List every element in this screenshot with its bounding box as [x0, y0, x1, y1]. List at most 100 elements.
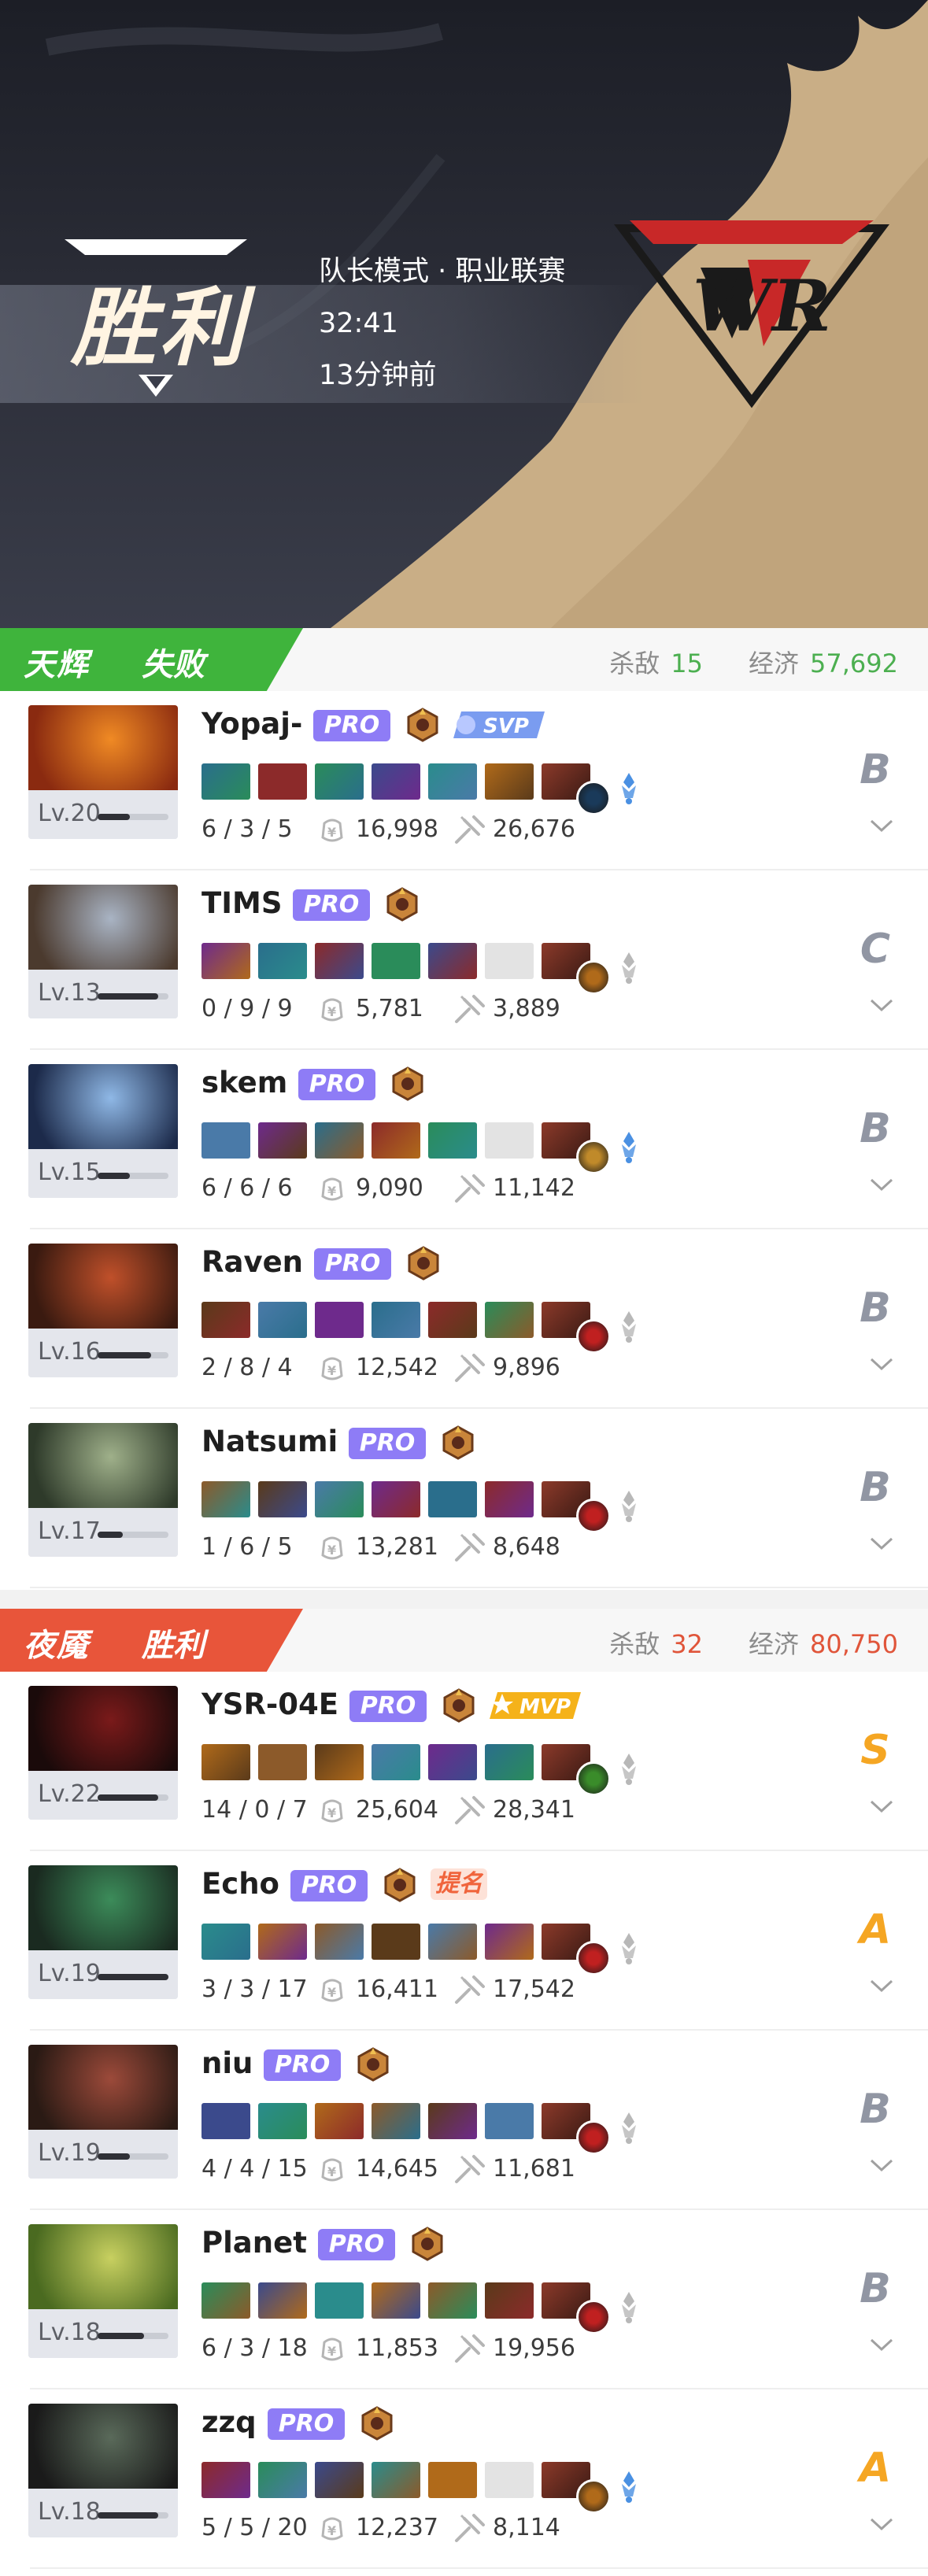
item-icon[interactable]	[258, 2103, 307, 2139]
neutral-item-icon[interactable]	[576, 1941, 611, 1975]
item-icon[interactable]	[485, 1481, 534, 1517]
expand-chevron-down-icon[interactable]	[868, 1535, 895, 1552]
item-icon[interactable]	[372, 1122, 420, 1159]
item-icon[interactable]	[485, 2282, 534, 2319]
player-row[interactable]: Lv.19 niu PRO 4 / 4 / 15 ¥14,645 11,681 B	[0, 2031, 928, 2210]
item-icon[interactable]	[315, 1481, 364, 1517]
empty-item-slot[interactable]	[485, 2462, 534, 2498]
item-icon[interactable]	[315, 1122, 364, 1159]
player-row[interactable]: Lv.18 zzq PRO 5 / 5 / 20 ¥12,237 8,114 A	[0, 2389, 928, 2569]
hero-portrait[interactable]: Lv.20	[28, 705, 178, 839]
item-icon[interactable]	[201, 1744, 250, 1780]
player-name[interactable]: niu	[201, 2046, 253, 2080]
item-icon[interactable]	[201, 1924, 250, 1960]
item-icon[interactable]	[315, 1744, 364, 1780]
item-icon[interactable]	[485, 763, 534, 800]
item-icon[interactable]	[201, 1481, 250, 1517]
item-icon[interactable]	[201, 1122, 250, 1159]
expand-chevron-down-icon[interactable]	[868, 1176, 895, 1193]
player-name[interactable]: zzq	[201, 2405, 257, 2439]
neutral-item-icon[interactable]	[576, 781, 611, 815]
item-icon[interactable]	[485, 1302, 534, 1338]
item-icon[interactable]	[428, 943, 477, 979]
item-icon[interactable]	[485, 1924, 534, 1960]
item-icon[interactable]	[428, 2282, 477, 2319]
player-row[interactable]: Lv.13 TIMS PRO 0 / 9 / 9 ¥5,781 3,889 C	[0, 870, 928, 1050]
player-row[interactable]: Lv.20 Yopaj- PRO SVP 6 / 3 / 5 ¥16,998 26,676 B	[0, 691, 928, 870]
hero-portrait[interactable]: Lv.17	[28, 1423, 178, 1557]
item-icon[interactable]	[372, 943, 420, 979]
item-icon[interactable]	[372, 1481, 420, 1517]
player-name[interactable]: skem	[201, 1066, 287, 1100]
hero-portrait[interactable]: Lv.16	[28, 1244, 178, 1377]
expand-chevron-down-icon[interactable]	[868, 817, 895, 834]
item-icon[interactable]	[372, 2462, 420, 2498]
neutral-item-icon[interactable]	[576, 1761, 611, 1796]
item-icon[interactable]	[428, 2462, 477, 2498]
item-icon[interactable]	[428, 1744, 477, 1780]
player-row[interactable]: Lv.22 YSR-04E PRO MVP 14 / 0 / 7 ¥25,604 28,34…	[0, 1672, 928, 1851]
expand-chevron-down-icon[interactable]	[868, 2515, 895, 2533]
hero-portrait[interactable]: Lv.19	[28, 1865, 178, 1999]
neutral-item-icon[interactable]	[576, 2120, 611, 2155]
item-icon[interactable]	[201, 943, 250, 979]
hero-portrait[interactable]: Lv.15	[28, 1064, 178, 1198]
item-icon[interactable]	[315, 1924, 364, 1960]
expand-chevron-down-icon[interactable]	[868, 1355, 895, 1373]
empty-item-slot[interactable]	[485, 1122, 534, 1159]
player-name[interactable]: Raven	[201, 1245, 303, 1279]
neutral-item-icon[interactable]	[576, 2479, 611, 2514]
player-name[interactable]: Echo	[201, 1867, 279, 1901]
item-icon[interactable]	[258, 2282, 307, 2319]
item-icon[interactable]	[428, 1481, 477, 1517]
player-name[interactable]: Natsumi	[201, 1425, 338, 1458]
hero-portrait[interactable]: Lv.18	[28, 2404, 178, 2537]
neutral-item-icon[interactable]	[576, 1319, 611, 1354]
item-icon[interactable]	[428, 1924, 477, 1960]
item-icon[interactable]	[201, 763, 250, 800]
player-name[interactable]: TIMS	[201, 886, 282, 920]
item-icon[interactable]	[258, 1302, 307, 1338]
item-icon[interactable]	[315, 943, 364, 979]
item-icon[interactable]	[428, 763, 477, 800]
neutral-item-icon[interactable]	[576, 1140, 611, 1174]
item-icon[interactable]	[315, 2103, 364, 2139]
player-row[interactable]: Lv.16 Raven PRO 2 / 8 / 4 ¥12,542 9,896 B	[0, 1229, 928, 1409]
player-row[interactable]: Lv.18 Planet PRO 6 / 3 / 18 ¥11,853 19,956 B	[0, 2210, 928, 2389]
empty-item-slot[interactable]	[485, 943, 534, 979]
item-icon[interactable]	[258, 943, 307, 979]
player-name[interactable]: YSR-04E	[201, 1687, 338, 1721]
expand-chevron-down-icon[interactable]	[868, 2157, 895, 2174]
item-icon[interactable]	[372, 763, 420, 800]
item-icon[interactable]	[428, 1122, 477, 1159]
item-icon[interactable]	[428, 2103, 477, 2139]
item-icon[interactable]	[201, 1302, 250, 1338]
hero-portrait[interactable]: Lv.22	[28, 1686, 178, 1820]
player-name[interactable]: Planet	[201, 2226, 307, 2260]
item-icon[interactable]	[258, 2462, 307, 2498]
player-row[interactable]: Lv.15 skem PRO 6 / 6 / 6 ¥9,090 11,142 B	[0, 1050, 928, 1229]
item-icon[interactable]	[201, 2282, 250, 2319]
expand-chevron-down-icon[interactable]	[868, 996, 895, 1014]
neutral-item-icon[interactable]	[576, 960, 611, 995]
player-row[interactable]: Lv.17 Natsumi PRO 1 / 6 / 5 ¥13,281 8,648 B	[0, 1409, 928, 1588]
neutral-item-icon[interactable]	[576, 2300, 611, 2334]
expand-chevron-down-icon[interactable]	[868, 1798, 895, 1815]
item-icon[interactable]	[201, 2103, 250, 2139]
item-icon[interactable]	[372, 1302, 420, 1338]
player-row[interactable]: Lv.19 Echo PRO 提名 3 / 3 / 17 ¥16,411 17,542 A	[0, 1851, 928, 2031]
item-icon[interactable]	[315, 2282, 364, 2319]
item-icon[interactable]	[258, 1744, 307, 1780]
hero-portrait[interactable]: Lv.19	[28, 2045, 178, 2179]
item-icon[interactable]	[372, 2103, 420, 2139]
item-icon[interactable]	[428, 1302, 477, 1338]
expand-chevron-down-icon[interactable]	[868, 1977, 895, 1994]
item-icon[interactable]	[258, 1122, 307, 1159]
item-icon[interactable]	[258, 1924, 307, 1960]
neutral-item-icon[interactable]	[576, 1499, 611, 1533]
item-icon[interactable]	[315, 1302, 364, 1338]
hero-portrait[interactable]: Lv.13	[28, 885, 178, 1018]
item-icon[interactable]	[258, 763, 307, 800]
item-icon[interactable]	[372, 1744, 420, 1780]
item-icon[interactable]	[315, 763, 364, 800]
